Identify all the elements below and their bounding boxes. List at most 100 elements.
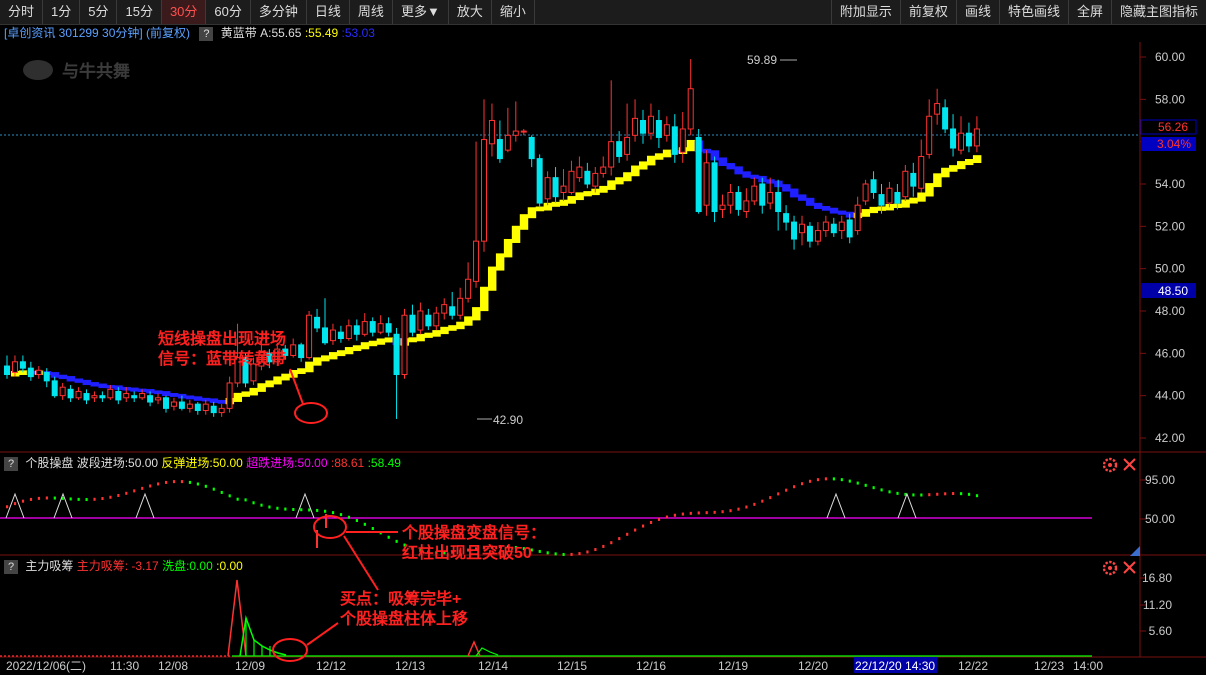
current-pct: 3.04% [1157,137,1191,151]
candle-body [441,304,448,314]
ind1-header: ? 个股操盘 波段进场:50.00 反弹进场:50.00 超跌进场:50.00 … [4,455,401,472]
indicator-a-value: A:55.65 [260,26,302,40]
ind1-dot [514,546,517,550]
band-segment-yellow [336,350,346,357]
band-segment-blue [710,150,720,161]
ind1-dot [61,496,64,500]
candle-body [703,162,710,206]
band-segment-blue [782,184,791,192]
period-tab-8[interactable]: 周线 [350,0,393,24]
date-label: 12/15 [557,659,587,673]
candle-body [799,223,805,234]
ind1-dot [268,505,271,509]
candle-body [671,126,678,155]
ind2-name[interactable]: 主力吸筹 [25,559,73,573]
toolbar-action-1[interactable]: 前复权 [899,0,956,24]
ind1-dot [888,490,891,494]
candle-body [290,344,297,356]
candle-body [934,103,941,115]
period-tab-9[interactable]: 更多▼ [393,0,449,24]
candle-body [886,187,893,204]
date-label: 12/14 [478,659,508,673]
band-segment-yellow [686,139,696,152]
candle-body [894,191,901,204]
candlesticks [4,59,980,419]
period-tab-0[interactable]: 分时 [0,0,44,24]
ind1-close-icon[interactable] [1123,458,1136,471]
period-tab-11[interactable]: 缩小 [492,0,535,24]
ind1-dot [13,502,17,506]
price-tick-label: 56.00 [1155,135,1185,149]
period-tab-3[interactable]: 15分 [117,0,162,24]
help-icon[interactable]: ? [4,456,18,471]
candle-body [552,177,559,198]
ind1-dot [904,492,907,496]
band-segment-blue [805,197,815,206]
period-tab-4[interactable]: 30分 [161,0,207,24]
candle-body [600,166,607,174]
ind1-dot [618,537,621,541]
band-segment-yellow [10,370,20,377]
ind1-dot [300,508,303,512]
corner-arrow-icon[interactable] [1130,546,1140,556]
band-segment-blue [98,383,107,389]
ind1-dot [387,535,390,539]
band-segment-yellow [853,212,863,219]
band-segment-yellow [241,391,250,397]
candle-body [822,221,829,232]
ind1-name[interactable]: 个股操盘 [25,456,73,470]
band-segment-yellow [925,183,934,197]
band-segment-blue [201,397,211,402]
ind1-dot [975,494,979,498]
price-tick-label: 42.00 [1155,431,1185,445]
high-label: 59.89 [747,53,777,67]
ind1-dot [554,552,557,556]
band-segment-yellow [440,326,449,335]
indicator-name[interactable]: 黄蓝带 [221,26,257,40]
toolbar-action-0[interactable]: 附加显示 [830,0,900,24]
band-segment-blue [821,205,831,211]
ind2-settings-icon[interactable] [1102,560,1118,576]
band-segment-yellow [607,180,616,190]
ind2-tick-label: 11.20 [1143,598,1172,612]
period-tab-1[interactable]: 1分 [43,0,81,24]
band-segment-yellow [941,167,950,178]
toolbar-action-4[interactable]: 全屏 [1067,0,1111,24]
candle-body [655,120,662,138]
help-icon[interactable]: ? [199,26,214,41]
candle-body [282,348,289,356]
candle-body [449,306,456,316]
candle-body [727,191,734,206]
candle-body [584,170,591,185]
candle-body [743,200,750,213]
band-segment-yellow [487,266,497,291]
ind1-dot [769,496,772,500]
toolbar-action-5[interactable]: 隐藏主图指标 [1110,0,1206,24]
help-icon[interactable]: ? [4,559,18,574]
period-tab-10[interactable]: 放大 [449,0,492,24]
toolbar-action-2[interactable]: 画线 [955,0,999,24]
ind1-settings-icon[interactable] [1102,457,1118,473]
period-tab-2[interactable]: 5分 [80,0,118,24]
period-tab-6[interactable]: 多分钟 [251,0,307,24]
period-tab-7[interactable]: 日线 [307,0,350,24]
ind1-dot [141,486,144,490]
price-tick-label: 52.00 [1155,219,1185,233]
toolbar-action-3[interactable]: 特色画线 [998,0,1068,24]
band-segment-yellow [480,286,489,312]
band-segment-yellow [472,307,481,321]
candle-body [91,395,98,399]
ind1-dot [379,531,382,535]
band-segment-yellow [34,370,44,375]
candle-body [401,314,408,376]
candle-body [679,128,686,153]
candle-body [35,369,42,375]
annotation-1-line1: 短线操盘出现进场 [158,329,286,348]
ind1-bars [6,477,979,556]
toolbar-actions: 附加显示 前复权 画线 特色画线 全屏 隐藏主图指标 [830,0,1206,24]
ind2-close-icon[interactable] [1123,561,1136,574]
period-tab-5[interactable]: 60分 [206,0,251,24]
ind1-dot [324,509,327,513]
ind1-dot [920,493,923,497]
stock-title[interactable]: [卓创资讯 301299 30分钟] (前复权) [4,26,190,40]
